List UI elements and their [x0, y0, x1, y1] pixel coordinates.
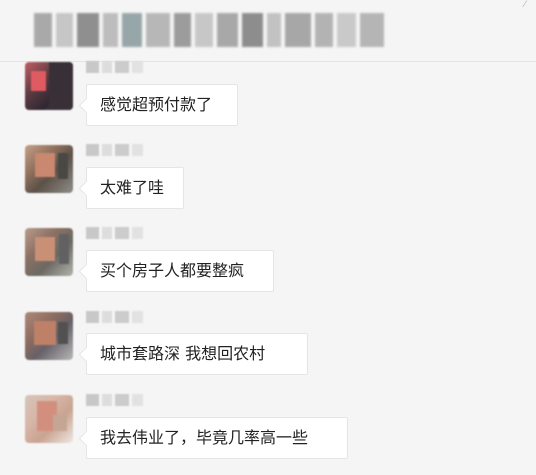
message-text: 我去伟业了，毕竟几率高一些 — [100, 428, 309, 447]
blurred-chat-title — [34, 13, 385, 47]
message-item: 买个房子人都要整疯 — [0, 227, 536, 305]
message-bubble[interactable]: 买个房子人都要整疯 — [86, 250, 274, 292]
message-text: 感觉超预付款了 — [100, 95, 213, 114]
message-text: 买个房子人都要整疯 — [100, 261, 245, 280]
blurred-sender-name — [86, 61, 143, 73]
message-bubble[interactable]: 城市套路深 我想回农村 — [86, 333, 308, 375]
avatar[interactable] — [25, 62, 73, 110]
blurred-sender-name — [86, 144, 143, 156]
message-item: 我去伟业了，毕竟几率高一些 — [0, 394, 536, 472]
avatar[interactable] — [25, 312, 73, 360]
message-item: 城市套路深 我想回农村 — [0, 311, 536, 389]
message-item: 感觉超预付款了 — [0, 61, 536, 139]
message-bubble[interactable]: 感觉超预付款了 — [86, 84, 238, 126]
blurred-sender-name — [86, 394, 143, 406]
chat-header: ⁄ — [0, 0, 536, 62]
blurred-sender-name — [86, 311, 143, 323]
blurred-sender-name — [86, 227, 143, 239]
avatar[interactable] — [25, 145, 73, 193]
chat-window: ⁄ 感觉超预付款了 太难了哇 买个房子人都要整疯 城市套路深 我想回农村 我去伟… — [0, 0, 536, 475]
message-bubble[interactable]: 我去伟业了，毕竟几率高一些 — [86, 417, 348, 459]
message-text: 太难了哇 — [100, 178, 165, 197]
message-bubble[interactable]: 太难了哇 — [86, 167, 184, 209]
message-text: 城市套路深 我想回农村 — [100, 344, 266, 363]
corner-resize-icon[interactable]: ⁄ — [524, 1, 532, 10]
avatar[interactable] — [25, 228, 73, 276]
avatar[interactable] — [25, 395, 73, 443]
message-item: 太难了哇 — [0, 144, 536, 222]
